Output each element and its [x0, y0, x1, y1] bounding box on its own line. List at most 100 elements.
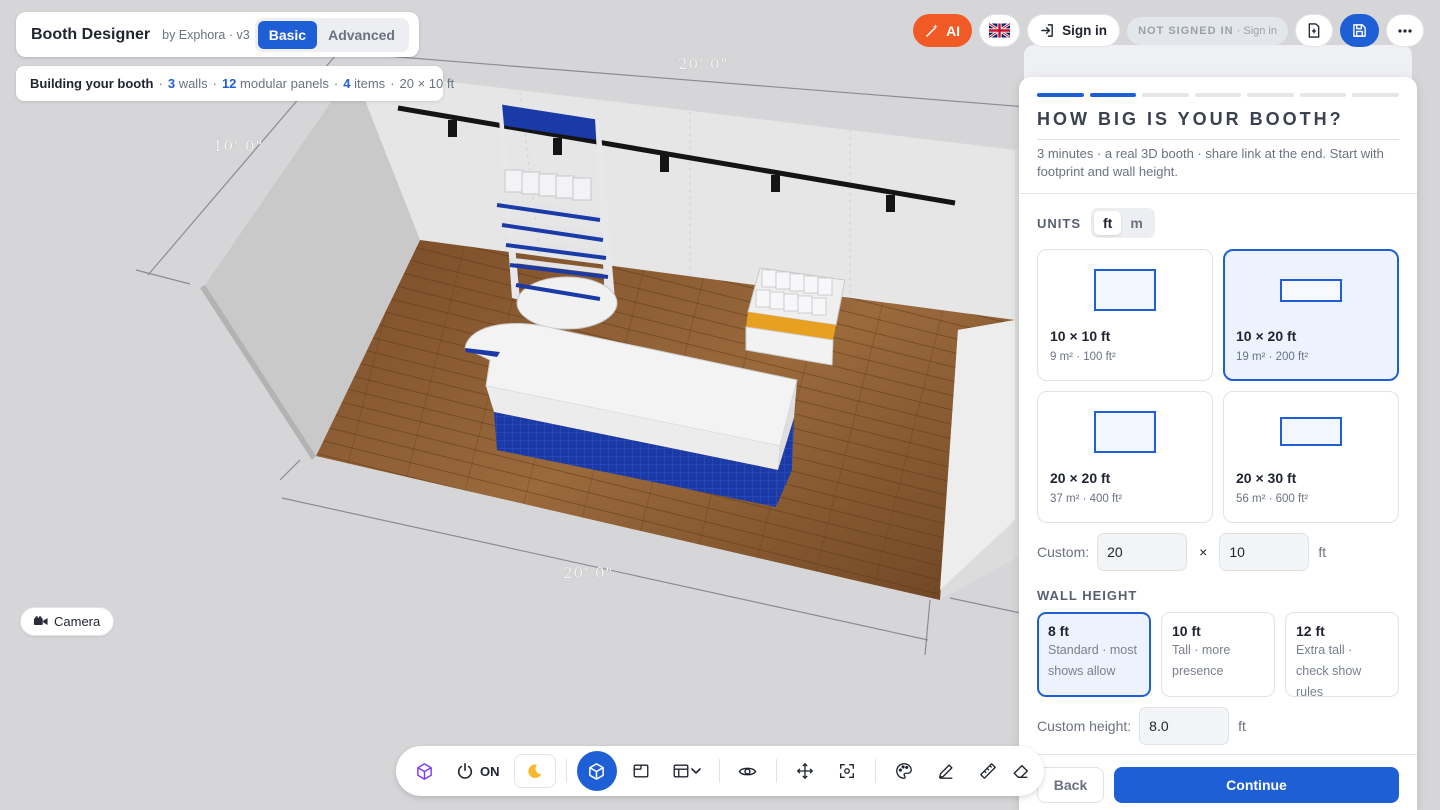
custom-height-unit: ft: [1238, 718, 1246, 734]
eraser-icon: [1013, 764, 1028, 778]
size-option-area: 19 m² · 200 ft²: [1236, 351, 1309, 363]
dim-label-left: 10' 0": [213, 137, 263, 155]
rectangle-footprint-icon: [1280, 417, 1342, 446]
layout-dropdown[interactable]: [665, 753, 709, 789]
wizard-progress: [1019, 77, 1417, 97]
ai-button[interactable]: AI: [913, 14, 973, 47]
rectangle-footprint-icon: [1280, 279, 1342, 302]
size-option-20x20[interactable]: 20 × 20 ft 37 m² · 400 ft²: [1037, 391, 1213, 523]
visibility-tool[interactable]: [730, 753, 766, 789]
eye-icon: [738, 767, 757, 775]
height-option-label: 12 ft: [1296, 623, 1325, 639]
cube-outline-tool[interactable]: [406, 753, 442, 789]
palette-icon: [895, 763, 912, 779]
draw-tool[interactable]: [928, 753, 964, 789]
export-button[interactable]: [1295, 14, 1333, 47]
height-option-desc: Standard · most shows allow: [1048, 643, 1137, 678]
size-option-10x20[interactable]: 10 × 20 ft 19 m² · 200 ft²: [1223, 249, 1399, 381]
auth-status-pill: NOT SIGNED IN · Sign in: [1127, 16, 1288, 45]
custom-size-row: Custom: × ft: [1037, 533, 1399, 571]
unit-m-button[interactable]: m: [1121, 211, 1151, 235]
size-option-label: 10 × 20 ft: [1236, 328, 1297, 344]
custom-height-label: Custom height:: [1037, 718, 1132, 734]
custom-size-unit: ft: [1318, 544, 1327, 560]
height-option-desc: Tall · more presence: [1172, 643, 1231, 678]
progress-step: [1037, 93, 1084, 97]
custom-size-label: Custom:: [1037, 544, 1090, 560]
progress-step: [1142, 93, 1189, 97]
height-option-10ft[interactable]: 10 ft Tall · more presence: [1161, 612, 1275, 697]
save-button[interactable]: [1340, 14, 1379, 47]
erase-tool[interactable]: [1012, 753, 1034, 789]
more-dots-icon: [1398, 28, 1412, 33]
size-option-label: 20 × 30 ft: [1236, 470, 1297, 486]
pen-icon: [938, 764, 953, 779]
power-label: ON: [480, 763, 500, 779]
layout-icon: [673, 764, 688, 778]
size-option-20x30[interactable]: 20 × 30 ft 56 m² · 600 ft²: [1223, 391, 1399, 523]
booth-size-wizard: HOW BIG IS YOUR BOOTH? 3 minutes · a rea…: [1019, 77, 1417, 810]
app-header: Booth Designer by Exphora · v3 Basic Adv…: [16, 12, 419, 57]
height-option-label: 8 ft: [1048, 623, 1069, 639]
progress-step: [1352, 93, 1400, 97]
measure-tool[interactable]: [970, 753, 1006, 789]
night-mode-toggle[interactable]: [513, 754, 556, 788]
power-toggle[interactable]: ON: [448, 753, 508, 789]
square-footprint-icon: [1094, 411, 1156, 453]
mode-toggle: Basic Advanced: [254, 17, 409, 52]
mode-basic-button[interactable]: Basic: [257, 20, 318, 49]
custom-height-row: Custom height: ft: [1037, 707, 1399, 745]
ruler-icon: [979, 763, 996, 779]
build-status-bar: Building your booth · 3 walls · 12 modul…: [16, 66, 454, 101]
size-option-area: 37 m² · 400 ft²: [1050, 493, 1123, 505]
units-label: UNITS: [1037, 215, 1081, 231]
focus-tool[interactable]: [829, 753, 865, 789]
custom-depth-input[interactable]: [1219, 533, 1310, 571]
back-button[interactable]: Back: [1037, 767, 1104, 803]
unit-ft-button[interactable]: ft: [1094, 211, 1122, 235]
3d-view-tool[interactable]: [576, 751, 617, 791]
auth-status-text: NOT SIGNED IN: [1138, 24, 1234, 37]
sign-in-icon: [1041, 24, 1053, 37]
items-text: items: [354, 76, 386, 91]
floorplan-view-tool[interactable]: [623, 753, 659, 789]
dim-label-back: 20' 0": [678, 55, 728, 73]
height-option-label: 10 ft: [1172, 623, 1201, 639]
wizard-title: HOW BIG IS YOUR BOOTH?: [1037, 109, 1399, 140]
power-icon: [457, 762, 473, 779]
chevron-down-icon: [690, 768, 701, 775]
custom-width-input[interactable]: [1097, 533, 1188, 571]
size-option-10x10[interactable]: 10 × 10 ft 9 m² · 100 ft²: [1037, 249, 1213, 381]
move-tool[interactable]: [787, 753, 823, 789]
walls-text: walls: [178, 76, 208, 91]
language-button[interactable]: [979, 14, 1021, 47]
more-button[interactable]: [1386, 14, 1424, 47]
size-option-label: 10 × 10 ft: [1050, 328, 1111, 344]
cube-outline-icon: [416, 762, 432, 780]
size-option-label: 20 × 20 ft: [1050, 470, 1111, 486]
box-display: [745, 267, 846, 366]
build-status-label: Building your booth: [30, 76, 154, 91]
progress-step: [1299, 93, 1347, 97]
auth-status-link[interactable]: Sign in: [1243, 25, 1277, 37]
panels-count: 12: [221, 76, 237, 91]
paint-tool[interactable]: [886, 753, 922, 789]
cube-3d-icon: [589, 762, 604, 780]
mode-advanced-button[interactable]: Advanced: [317, 21, 406, 49]
progress-step: [1194, 93, 1242, 97]
height-option-8ft[interactable]: 8 ft Standard · most shows allow: [1037, 612, 1151, 697]
items-count: 4: [343, 76, 351, 91]
top-toolbar: AI Sign in NOT SIGNED IN · Sign in: [913, 14, 1424, 47]
custom-height-input[interactable]: [1139, 707, 1230, 745]
units-toggle: ft m: [1091, 208, 1155, 238]
continue-button[interactable]: Continue: [1114, 767, 1399, 803]
square-footprint-icon: [1094, 269, 1156, 311]
file-export-icon: [1308, 23, 1320, 38]
floorplan-icon: [633, 764, 648, 778]
app-title: Booth Designer: [31, 25, 151, 43]
camera-button[interactable]: Camera: [20, 607, 115, 636]
save-icon: [1353, 24, 1366, 37]
height-option-12ft[interactable]: 12 ft Extra tall · check show rules: [1285, 612, 1399, 699]
size-option-area: 56 m² · 600 ft²: [1236, 493, 1309, 505]
sign-in-button[interactable]: Sign in: [1027, 14, 1121, 47]
